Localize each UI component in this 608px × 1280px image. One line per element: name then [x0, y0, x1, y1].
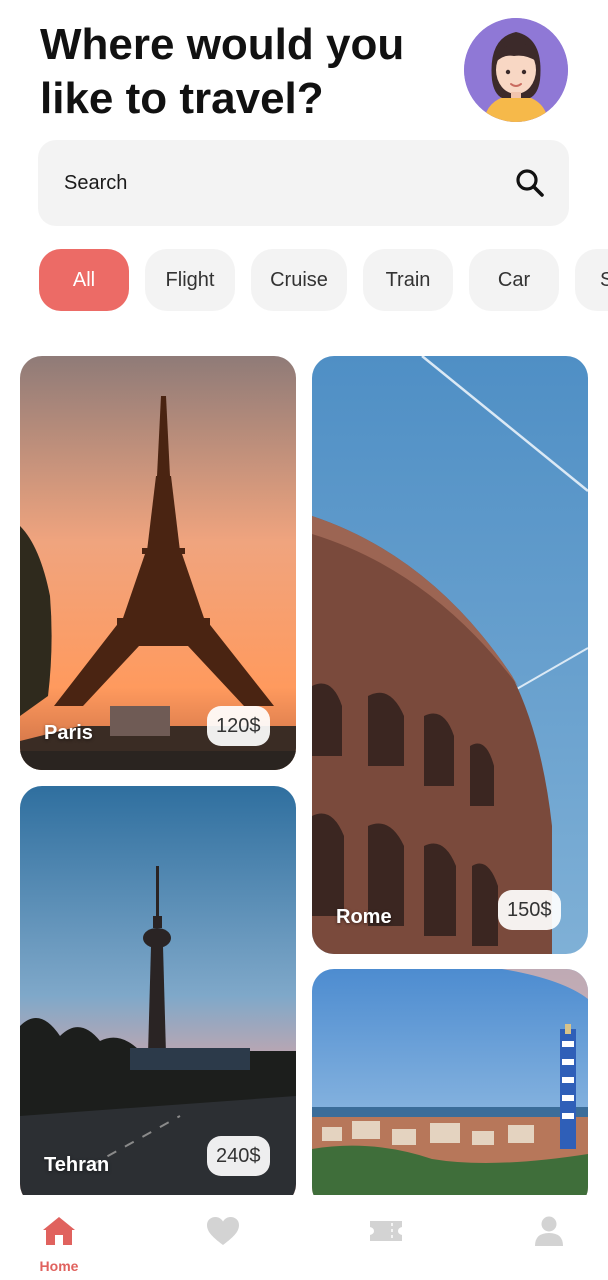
bottom-navigation: Home: [0, 1195, 608, 1280]
category-more[interactable]: S: [575, 249, 608, 311]
ticket-icon: [370, 1221, 402, 1241]
user-icon: [535, 1216, 563, 1246]
nav-label: Home: [39, 1258, 79, 1274]
category-cruise[interactable]: Cruise: [251, 249, 347, 311]
category-filter: All Flight Cruise Train Car S: [0, 249, 608, 311]
avatar[interactable]: [464, 18, 568, 122]
heart-icon: [207, 1217, 239, 1245]
search-bar[interactable]: Search: [38, 140, 569, 226]
price-badge: 120$: [207, 706, 270, 746]
search-icon[interactable]: [514, 167, 546, 199]
rome-photo: [312, 356, 588, 954]
nav-home[interactable]: Home: [19, 1195, 99, 1280]
nav-tickets[interactable]: [346, 1195, 426, 1280]
category-label: Car: [497, 268, 531, 291]
destination-card-barcelona[interactable]: [312, 969, 588, 1209]
barcelona-photo: [312, 969, 588, 1209]
price-text: 150$: [507, 898, 552, 921]
category-label: S: [600, 268, 608, 291]
destination-name: Paris: [44, 722, 93, 744]
category-flight[interactable]: Flight: [145, 249, 235, 311]
category-train[interactable]: Train: [363, 249, 453, 311]
category-label: Flight: [165, 268, 215, 291]
destination-card-paris[interactable]: Paris 120$: [20, 356, 296, 770]
nav-profile[interactable]: [509, 1195, 589, 1280]
category-label: All: [72, 268, 96, 291]
destination-card-tehran[interactable]: Tehran 240$: [20, 786, 296, 1206]
category-car[interactable]: Car: [469, 249, 559, 311]
category-label: Cruise: [270, 268, 328, 291]
screen: Where would you like to travel? Search A…: [0, 0, 608, 1280]
price-badge: 240$: [207, 1136, 270, 1176]
price-text: 120$: [216, 714, 261, 737]
home-icon: [43, 1217, 75, 1245]
price-badge: 150$: [498, 890, 561, 930]
category-all[interactable]: All: [39, 249, 129, 311]
price-text: 240$: [216, 1144, 261, 1167]
destination-name: Tehran: [44, 1154, 110, 1176]
search-input[interactable]: Search: [64, 140, 127, 226]
destination-card-rome[interactable]: Rome 150$: [312, 356, 588, 954]
destination-name: Rome: [336, 906, 392, 928]
category-label: Train: [385, 268, 431, 291]
nav-favorites[interactable]: [183, 1195, 263, 1280]
avatar-illustration: [464, 18, 568, 122]
page-title: Where would you like to travel?: [40, 20, 405, 123]
